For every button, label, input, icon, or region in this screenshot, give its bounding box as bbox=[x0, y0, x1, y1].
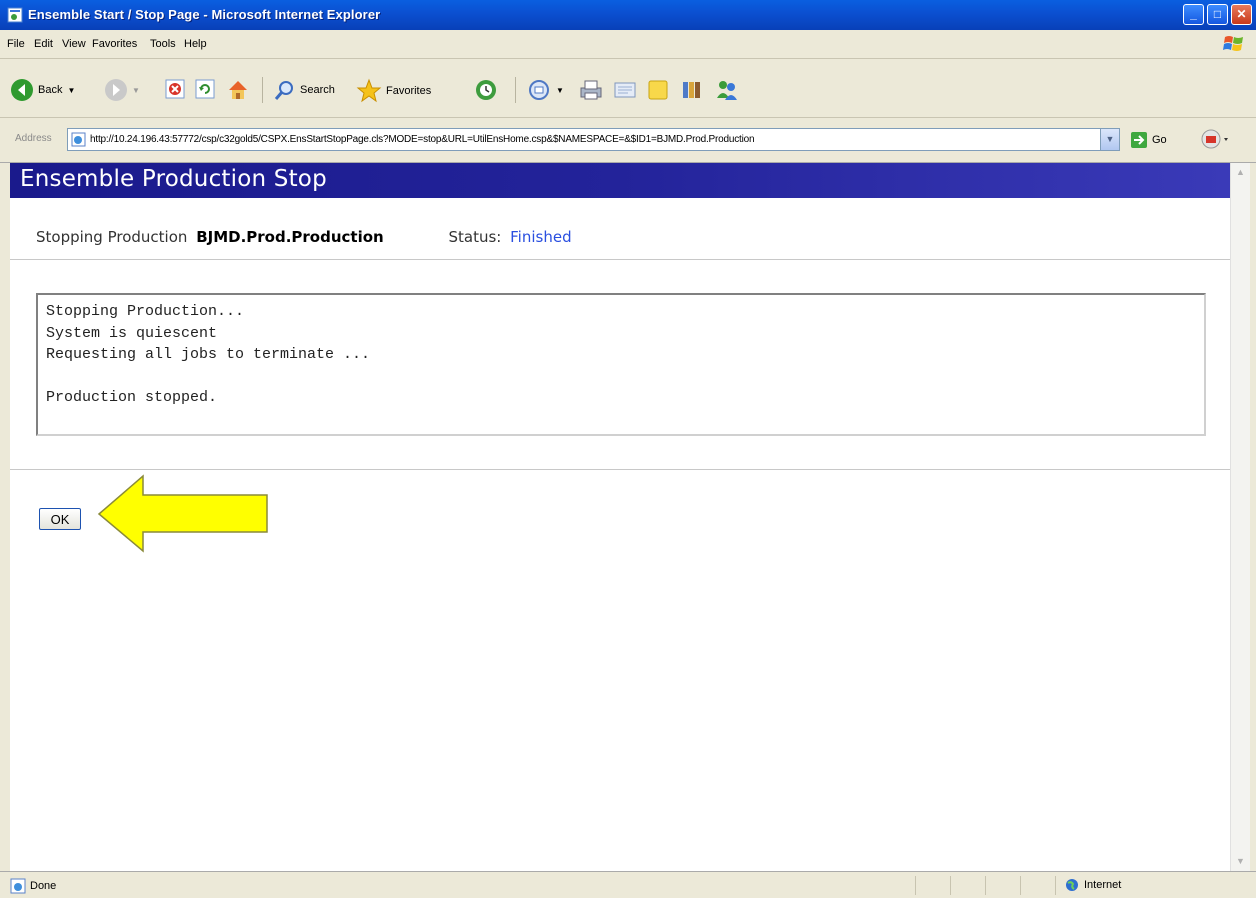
window-title: Ensemble Start / Stop Page - Microsoft I… bbox=[28, 7, 381, 22]
status-bar: Done Internet bbox=[0, 871, 1256, 898]
forward-icon bbox=[105, 79, 127, 101]
search-icon bbox=[274, 81, 293, 100]
print-button[interactable] bbox=[578, 78, 604, 102]
window-left-border bbox=[0, 163, 10, 871]
scroll-up-icon[interactable]: ▲ bbox=[1233, 165, 1248, 180]
scroll-down-icon[interactable]: ▼ bbox=[1233, 854, 1248, 869]
minimize-button[interactable]: _ bbox=[1183, 4, 1204, 25]
go-button[interactable]: Go bbox=[1130, 131, 1167, 149]
messenger-button[interactable] bbox=[714, 78, 740, 102]
address-dropdown-icon[interactable]: ▼ bbox=[1100, 129, 1119, 150]
forward-button[interactable]: ▼ bbox=[104, 78, 140, 102]
address-input[interactable]: http://10.24.196.43:57772/csp/c32gold5/C… bbox=[67, 128, 1120, 151]
status-divider bbox=[950, 876, 951, 895]
home-icon bbox=[229, 81, 247, 99]
forward-dropdown-icon[interactable]: ▼ bbox=[132, 86, 140, 95]
favorites-star-icon bbox=[356, 78, 382, 103]
yellow-arrow-annotation bbox=[97, 474, 268, 553]
page-title: Ensemble Production Stop bbox=[20, 166, 327, 192]
back-label: Back bbox=[38, 84, 63, 96]
windows-logo-icon bbox=[1223, 36, 1243, 51]
refresh-button[interactable] bbox=[194, 78, 216, 100]
page-icon bbox=[71, 132, 86, 147]
toolbar-separator bbox=[262, 77, 263, 103]
status-divider bbox=[1055, 876, 1056, 895]
research-icon bbox=[683, 82, 700, 98]
ie-page-icon bbox=[7, 7, 23, 23]
status-text: Done bbox=[30, 880, 57, 892]
search-label: Search bbox=[300, 84, 335, 96]
stop-button[interactable] bbox=[164, 78, 186, 100]
log-line: Requesting all jobs to terminate ... bbox=[46, 346, 371, 363]
history-icon bbox=[476, 80, 496, 100]
back-button[interactable]: Back ▼ bbox=[10, 78, 75, 102]
mail-button[interactable]: ▼ bbox=[528, 78, 564, 102]
page-done-icon bbox=[10, 878, 26, 894]
window-right-border bbox=[1250, 163, 1256, 871]
globe-icon bbox=[1066, 879, 1078, 891]
status-value: Finished bbox=[510, 228, 572, 246]
mail-dropdown-icon[interactable]: ▼ bbox=[556, 86, 564, 95]
favorites-label: Favorites bbox=[386, 85, 432, 97]
status-label: Status: bbox=[448, 228, 502, 246]
discuss-button[interactable] bbox=[646, 78, 670, 102]
window-title-bar[interactable]: Ensemble Start / Stop Page - Microsoft I… bbox=[0, 0, 1256, 30]
history-button[interactable] bbox=[474, 78, 498, 102]
favorites-button[interactable]: Favorites bbox=[356, 78, 431, 104]
divider bbox=[10, 469, 1230, 470]
vertical-scrollbar[interactable]: ▲ ▼ bbox=[1230, 163, 1250, 871]
home-button[interactable] bbox=[226, 78, 250, 102]
production-status-row: Stopping Production BJMD.Prod.Production… bbox=[36, 228, 572, 246]
status-divider bbox=[915, 876, 916, 895]
menu-edit[interactable]: Edit bbox=[34, 38, 53, 50]
status-divider bbox=[985, 876, 986, 895]
address-bar: Address http://10.24.196.43:57772/csp/c3… bbox=[0, 118, 1256, 163]
ok-button[interactable]: OK bbox=[39, 508, 81, 530]
security-zone[interactable]: Internet bbox=[1065, 878, 1121, 892]
back-dropdown-icon[interactable]: ▼ bbox=[67, 86, 75, 95]
go-arrow-icon bbox=[1131, 132, 1147, 148]
menu-help[interactable]: Help bbox=[184, 38, 207, 50]
menu-favorites[interactable]: Favorites bbox=[92, 38, 137, 50]
maximize-button[interactable]: □ bbox=[1207, 4, 1228, 25]
address-url: http://10.24.196.43:57772/csp/c32gold5/C… bbox=[90, 134, 755, 145]
menu-tools[interactable]: Tools bbox=[150, 38, 176, 50]
log-line: System is quiescent bbox=[46, 324, 218, 342]
close-button[interactable]: ✕ bbox=[1231, 4, 1252, 25]
stopping-label: Stopping Production bbox=[36, 228, 188, 246]
page-content: Ensemble Production Stop Stopping Produc… bbox=[10, 163, 1230, 871]
back-icon bbox=[11, 79, 33, 101]
menu-file[interactable]: File bbox=[7, 38, 25, 50]
refresh-icon bbox=[195, 79, 215, 99]
print-icon bbox=[580, 80, 602, 100]
address-label: Address bbox=[15, 133, 52, 144]
page-header-bar: Ensemble Production Stop bbox=[10, 163, 1230, 198]
menu-view[interactable]: View bbox=[62, 38, 86, 50]
edit-button[interactable] bbox=[612, 78, 638, 102]
mail-icon bbox=[529, 80, 549, 100]
divider bbox=[10, 259, 1230, 260]
stop-icon bbox=[165, 79, 185, 99]
toolbar-separator bbox=[515, 77, 516, 103]
standard-toolbar: Back ▼ ▼ Search Favorites ▼ bbox=[0, 59, 1256, 118]
log-line: Production stopped. bbox=[46, 389, 218, 406]
research-button[interactable] bbox=[680, 78, 706, 102]
extension-icon bbox=[1201, 129, 1228, 149]
production-name: BJMD.Prod.Production bbox=[196, 228, 384, 246]
status-divider bbox=[1020, 876, 1021, 895]
zone-label: Internet bbox=[1084, 879, 1122, 891]
log-output-box[interactable]: Stopping Production... System is quiesce… bbox=[36, 293, 1206, 436]
status-done: Done bbox=[10, 878, 56, 894]
edit-icon bbox=[614, 82, 636, 98]
discuss-icon bbox=[648, 80, 668, 100]
menu-bar: File Edit View Favorites Tools Help bbox=[0, 30, 1256, 59]
messenger-icon bbox=[717, 81, 737, 100]
log-line: Stopping Production... bbox=[46, 303, 245, 320]
go-label: Go bbox=[1152, 134, 1167, 146]
toolbar-extension-button[interactable] bbox=[1200, 128, 1230, 157]
search-button[interactable]: Search bbox=[272, 78, 335, 102]
